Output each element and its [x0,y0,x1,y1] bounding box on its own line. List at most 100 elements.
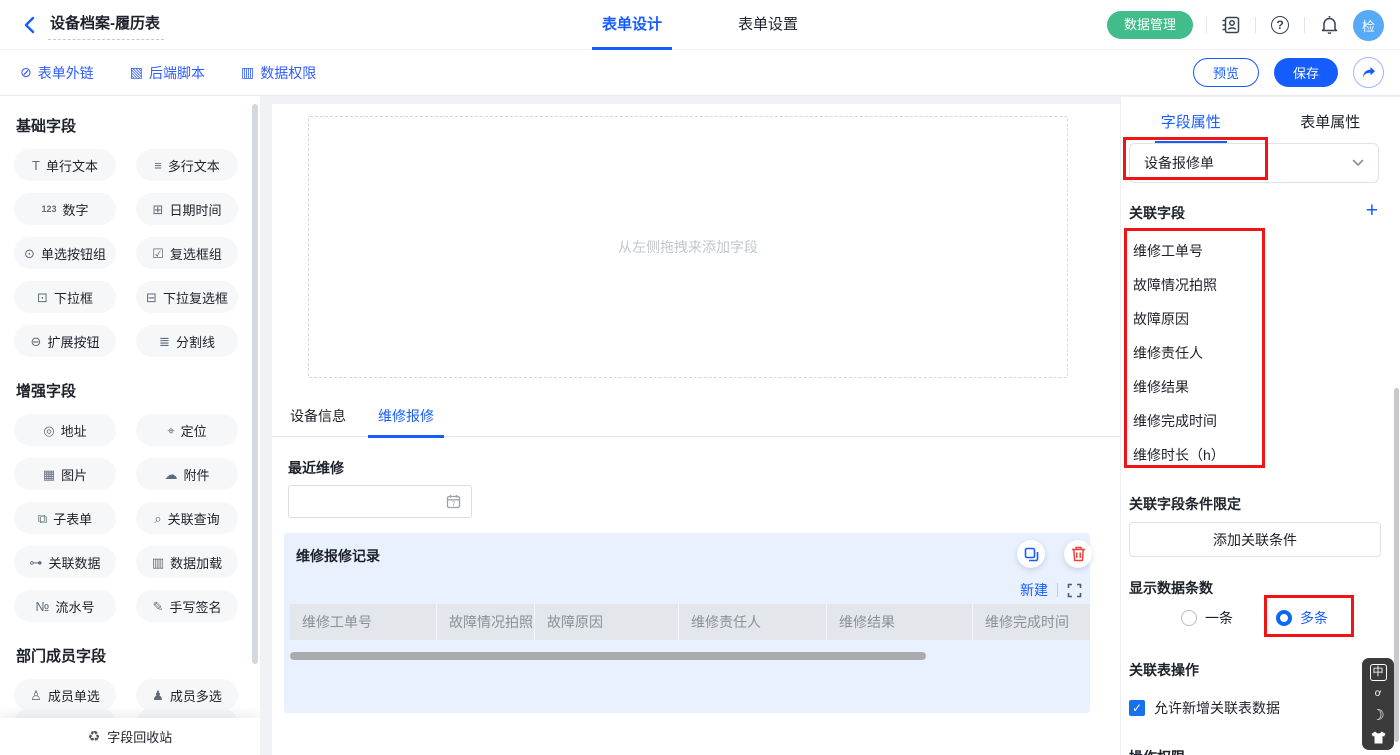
field-item[interactable]: ⧉子表单 [14,502,116,534]
related-field-item[interactable]: 故障情况拍照 [1133,268,1225,302]
table-column-header: 故障原因 [535,604,679,640]
data-load-icon: ▥ [152,556,164,569]
tab-device-info[interactable]: 设备信息 [288,400,348,437]
translate-zh-icon[interactable]: 中 [1370,664,1387,681]
field-item-label: 分割线 [176,332,215,351]
field-item[interactable]: ☑ 复选框组 [136,237,238,269]
field-item[interactable]: ⊟下拉复选框 [136,281,238,313]
number-icon: 123 [41,205,56,214]
back-icon[interactable] [18,14,40,36]
dark-mode-icon[interactable]: ☽ [1371,708,1384,723]
backend-script-link[interactable]: ▧ 后端脚本 [130,63,205,83]
date-input[interactable]: 7 [288,485,472,518]
field-item[interactable]: ⊡下拉框 [14,281,116,313]
field-item-label: 下拉复选框 [163,288,228,307]
page-title[interactable]: 设备档案-履历表 [48,10,164,40]
data-permission-link[interactable]: ▥ 数据权限 [241,63,316,83]
sidebar-scrollbar[interactable] [252,104,258,664]
subform-icon: ⧉ [38,512,47,525]
allow-add-checkbox-row[interactable]: ✓ 允许新增关联表数据 [1129,698,1280,718]
script-icon: ▧ [130,64,143,81]
multi-line-text-icon: ≡ [154,159,162,172]
theme-shirt-icon[interactable] [1371,731,1386,744]
radio-checked-icon [1276,610,1292,626]
field-item-label: 手写签名 [169,597,221,616]
help-icon[interactable]: ? [1269,14,1291,36]
link-icon: ⊘ [20,64,32,81]
horizontal-scrollbar[interactable] [290,652,926,660]
field-item[interactable]: ⌖定位 [136,414,238,446]
dropzone[interactable]: 从左侧拖拽来添加字段 [308,116,1068,378]
browser-extension-widget: 中 ơ ☽ [1362,658,1394,750]
field-item[interactable]: ≣分割线 [136,325,238,357]
field-recycle-bin[interactable]: ♻ 字段回收站 [0,718,260,755]
member-multi-icon: ♟ [152,689,164,702]
form-external-link[interactable]: ⊘ 表单外链 [20,63,94,83]
member-single-icon: ♙ [30,689,42,702]
related-field-item[interactable]: 维修工单号 [1133,234,1225,268]
field-item[interactable]: ◎地址 [14,414,116,446]
user-avatar[interactable]: 检 [1353,10,1384,41]
data-manage-button[interactable]: 数据管理 [1107,11,1193,39]
new-record-link[interactable]: 新建 [1020,580,1048,600]
preview-button[interactable]: 预览 [1193,58,1259,87]
field-item[interactable]: ▥数据加载 [136,546,238,578]
repair-records-block[interactable]: 维修报修记录 新建 维修工单号故障情况拍照故障 [284,533,1090,713]
tab-field-properties[interactable]: 字段属性 [1121,107,1261,144]
field-item[interactable]: ♙成员单选 [14,679,116,711]
relation-data-icon: ⊶ [29,556,42,569]
field-item-label: 定位 [181,421,207,440]
related-field-item[interactable]: 维修完成时间 [1133,404,1225,438]
radio-one[interactable]: 一条 [1181,608,1233,628]
add-field-icon[interactable]: + [1366,200,1378,221]
field-item[interactable]: ⊞日期时间 [136,193,238,225]
field-item[interactable]: 123数字 [14,193,116,225]
field-item-label: 关联数据 [48,553,100,572]
add-condition-button[interactable]: 添加关联条件 [1129,522,1381,557]
datetime-icon: ⊞ [153,203,164,216]
chevron-down-icon [1352,159,1364,167]
radio-icon [1181,610,1197,626]
sidebar-section-grid: ◎地址 ⌖定位 ▦图片 ☁附件 ⧉子表单 ⌕关联查询 ⊶ 关联数据 ▥数据加载 №流水号 ✎手写签名 [14,414,238,622]
expand-icon[interactable] [1067,583,1082,598]
select-icon: ⊡ [37,291,48,304]
contacts-icon[interactable] [1220,14,1242,36]
related-form-select[interactable]: 设备报修单 [1129,143,1379,183]
share-button[interactable] [1353,57,1384,88]
tab-form-design[interactable]: 表单设计 [596,0,668,50]
related-field-item[interactable]: 维修时长（h） [1133,438,1225,472]
checkbox-group-icon: ☑ [152,247,164,260]
save-button[interactable]: 保存 [1274,58,1338,87]
field-item[interactable]: ✎手写签名 [136,590,238,622]
field-item[interactable]: ⊙单选按钮组 [14,237,116,269]
related-field-item[interactable]: 维修结果 [1133,370,1225,404]
reader-icon[interactable]: ơ [1375,689,1382,699]
cutoff-section-title: 操作权限 [1129,747,1185,755]
field-item[interactable]: ⌕关联查询 [136,502,238,534]
field-item[interactable]: ♟成员多选 [136,679,238,711]
tab-form-settings[interactable]: 表单设置 [732,0,804,50]
tab-form-properties[interactable]: 表单属性 [1261,107,1400,144]
field-item-label: 多行文本 [168,156,220,175]
notification-bell-icon[interactable] [1318,14,1340,36]
field-item[interactable]: ▦图片 [14,458,116,490]
tab-repair-report[interactable]: 维修报修 [376,400,436,437]
field-item[interactable]: №流水号 [14,590,116,622]
radio-many[interactable]: 多条 [1276,608,1328,628]
related-field-item[interactable]: 维修责任人 [1133,336,1225,370]
field-item[interactable]: ⊶ 关联数据 [14,546,116,578]
delete-block-button[interactable] [1064,540,1092,568]
copy-block-button[interactable] [1017,540,1045,568]
page-scrollbar[interactable] [1394,388,1399,742]
related-field-item[interactable]: 故障原因 [1133,302,1225,336]
sidebar-section-title: 基础字段 [16,115,238,136]
serial-number-icon: № [36,600,50,613]
field-item[interactable]: ☁附件 [136,458,238,490]
field-item-label: 复选框组 [170,244,222,263]
date-field-label: 最近维修 [288,458,344,478]
field-item[interactable]: ⊖扩展按钮 [14,325,116,357]
field-item[interactable]: ≡ 多行文本 [136,149,238,181]
field-item[interactable]: T单行文本 [14,149,116,181]
sidebar-section-title: 部门成员字段 [16,645,238,666]
single-line-text-icon: T [32,159,40,172]
